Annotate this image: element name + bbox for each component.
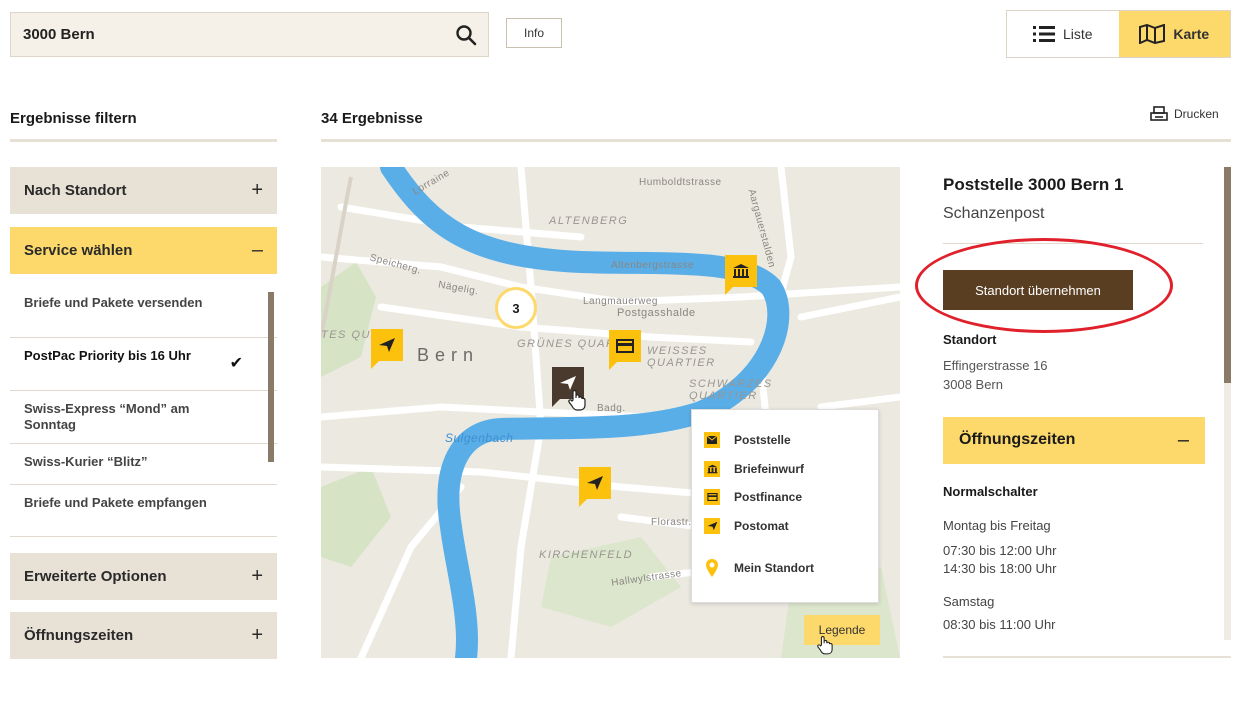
detail-scrollbar-thumb[interactable]	[1224, 167, 1231, 383]
map-district-label: KIRCHENFELD	[539, 549, 634, 561]
filter-section-label: Nach Standort	[24, 182, 127, 199]
map-street-label: Langmauerweg	[583, 296, 658, 307]
legend-item: Postfinance	[704, 483, 866, 512]
map-street-label: Humboldtstrasse	[639, 177, 722, 188]
paper-plane-icon	[379, 338, 395, 352]
map-marker-briefeinwurf[interactable]	[725, 255, 757, 295]
service-item[interactable]: Swiss-Kurier “Blitz”	[10, 444, 277, 485]
divider	[943, 656, 1231, 658]
map-street-label: Altenbergstrasse	[611, 260, 695, 271]
service-item-selected[interactable]: PostPac Priority bis 16 Uhr ✔	[10, 338, 277, 391]
map-marker-postomat[interactable]	[371, 329, 403, 369]
service-list-scrollbar[interactable]	[268, 292, 274, 462]
hand-cursor-icon	[568, 389, 586, 411]
checkmark-icon: ✔	[229, 355, 243, 372]
filter-title: Ergebnisse filtern	[10, 110, 137, 127]
address-city: 3008 Bern	[943, 376, 1003, 392]
envelope-icon	[704, 432, 720, 449]
map-district-label: ALTENBERG	[549, 215, 629, 227]
service-list[interactable]: Briefe und Pakete versenden PostPac Prio…	[10, 285, 277, 537]
divider	[10, 139, 277, 142]
take-location-button[interactable]: Standort übernehmen	[943, 270, 1133, 310]
address: Effingerstrasse 16 3008 Bern	[943, 357, 1205, 395]
filter-section-options[interactable]: Erweiterte Optionen +	[10, 553, 277, 600]
search-box[interactable]	[10, 12, 489, 57]
location-pin-icon	[704, 558, 720, 578]
printer-icon	[1150, 106, 1168, 121]
counter-label: Normalschalter	[943, 483, 1038, 499]
hand-cursor-icon	[817, 636, 833, 655]
divider	[321, 139, 1231, 142]
detail-title: Poststelle 3000 Bern 1	[943, 175, 1124, 194]
building-icon	[733, 264, 749, 278]
detail-subtitle: Schanzenpost	[943, 205, 1045, 222]
search-icon	[456, 24, 477, 45]
map-cluster[interactable]: 3	[495, 287, 537, 329]
collapse-icon: –	[1177, 428, 1189, 451]
expand-icon: +	[251, 624, 263, 646]
print-label: Drucken	[1174, 107, 1219, 121]
paper-plane-icon	[704, 517, 720, 534]
filter-section-label: Service wählen	[24, 242, 133, 259]
map-legend: Poststelle Briefeinwurf Postfinance Post…	[691, 409, 879, 603]
legend-item: Poststelle	[704, 426, 866, 455]
filter-section-service[interactable]: Service wählen –	[10, 227, 277, 274]
map-street-label: Badg.	[597, 403, 626, 414]
search-button[interactable]	[444, 13, 488, 57]
collapse-icon: –	[251, 239, 263, 261]
map-street-label: Postgasshalde	[617, 307, 696, 319]
list-view-button[interactable]: Liste	[1007, 11, 1119, 57]
location-label: Standort	[943, 332, 997, 347]
map-view-button[interactable]: Karte	[1118, 11, 1230, 57]
list-view-label: Liste	[1062, 26, 1093, 42]
filter-section-location[interactable]: Nach Standort +	[10, 167, 277, 214]
service-item[interactable]: Swiss-Express “Mond” am Sonntag	[10, 391, 277, 444]
filter-section-label: Erweiterte Optionen	[24, 568, 167, 585]
info-button[interactable]: Info	[506, 18, 562, 48]
legend-item: Mein Standort	[704, 554, 866, 583]
map-street-label: Florastr.	[651, 517, 692, 528]
paper-plane-icon	[587, 476, 603, 490]
address-street: Effingerstrasse 16	[943, 358, 1048, 373]
saturday-hours: 08:30 bis 11:00 Uhr	[943, 617, 1056, 633]
service-item[interactable]: Briefe und Pakete empfangen	[10, 485, 277, 536]
map-water-label: Sulgenbach	[445, 431, 514, 445]
building-icon	[704, 460, 720, 477]
card-icon	[616, 339, 634, 353]
expand-icon: +	[251, 179, 263, 201]
map-view-label: Karte	[1173, 26, 1210, 42]
map-district-label: WEISSES QUARTIER	[647, 345, 716, 369]
legend-item: Briefeinwurf	[704, 455, 866, 484]
map-view[interactable]: Humboldtstrasse ALTENBERG Aargauerstalde…	[321, 167, 900, 658]
legend-item: Postomat	[704, 512, 866, 541]
filter-section-label: Öffnungszeiten	[24, 627, 134, 644]
view-toggle: Liste Karte	[1006, 10, 1231, 58]
service-item[interactable]: Briefe und Pakete versenden	[10, 285, 277, 338]
search-input[interactable]	[11, 26, 444, 43]
map-icon	[1139, 24, 1166, 44]
map-marker-postomat[interactable]	[579, 467, 611, 507]
filter-section-hours[interactable]: Öffnungszeiten +	[10, 612, 277, 659]
results-count: 34 Ergebnisse	[321, 110, 423, 127]
map-district-label: GRÜNES QUAR	[517, 338, 616, 350]
map-district-label: SCHWARZES QUARTIER	[689, 378, 773, 402]
opening-hours-label: Öffnungszeiten	[959, 431, 1076, 449]
saturday-label: Samstag	[943, 594, 995, 610]
map-city-label: Bern	[417, 345, 480, 365]
list-icon	[1032, 26, 1055, 42]
weekdays-hours: 07:30 bis 12:00 Uhr 14:30 bis 18:00 Uhr	[943, 542, 1057, 577]
divider	[943, 243, 1203, 244]
map-marker-postfinance[interactable]	[609, 330, 641, 370]
opening-hours-accordion[interactable]: Öffnungszeiten –	[943, 416, 1205, 464]
weekdays-label: Montag bis Freitag	[943, 517, 1051, 533]
card-icon	[704, 489, 720, 506]
legend-button[interactable]: Legende	[804, 615, 880, 645]
detail-panel: Poststelle 3000 Bern 1 Schanzenpost Stan…	[943, 167, 1205, 647]
expand-icon: +	[251, 565, 263, 587]
print-button[interactable]: Drucken	[1150, 106, 1219, 122]
